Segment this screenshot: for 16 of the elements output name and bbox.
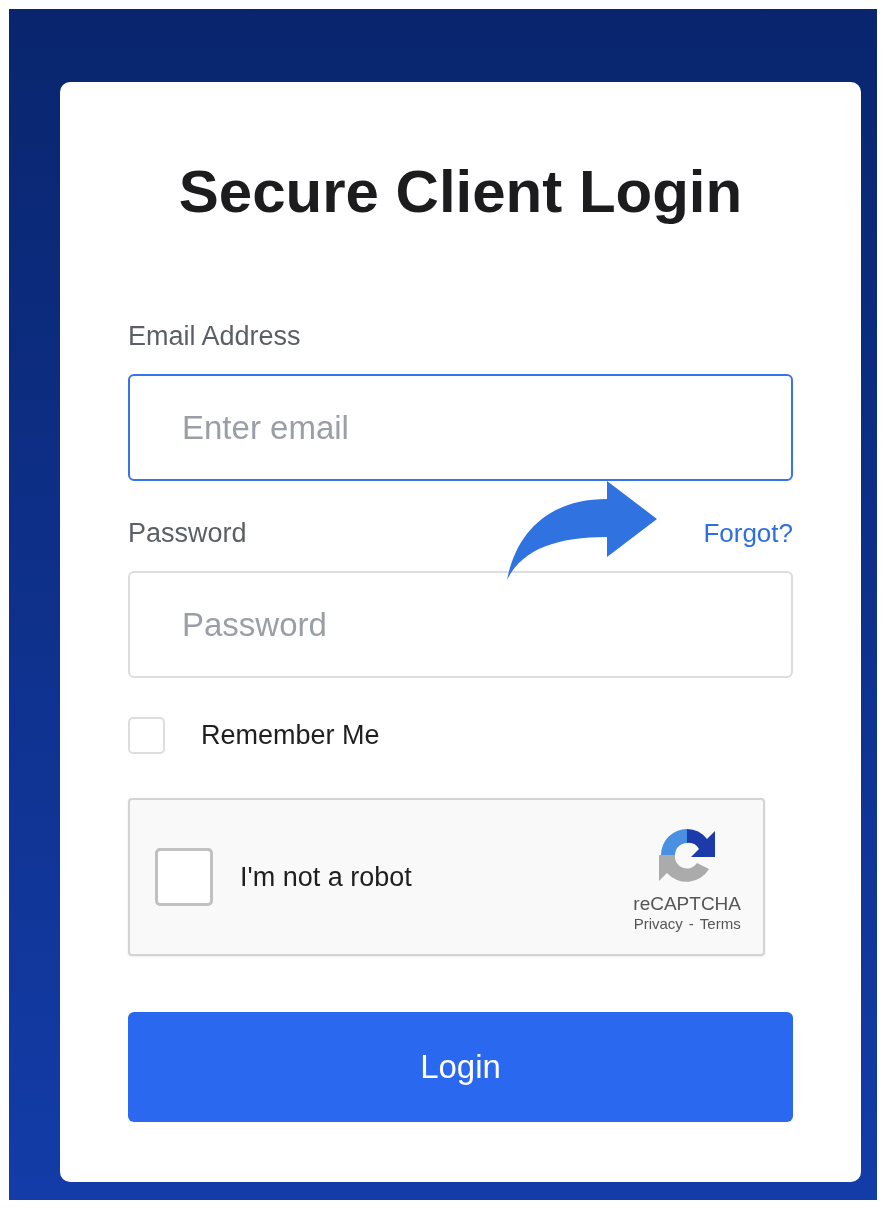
terms-link[interactable]: Terms	[699, 914, 741, 932]
checkbox-label: Remember Me	[201, 720, 380, 751]
field-label: Email Address	[128, 320, 301, 353]
captcha-label: I'm not a robot	[240, 861, 412, 893]
email-field[interactable]: Enter email	[128, 374, 793, 481]
privacy-link[interactable]: Privacy	[633, 914, 683, 932]
forgot-link[interactable]: Forgot?	[703, 517, 793, 549]
login-button[interactable]: Login	[128, 1012, 793, 1122]
curved-arrow-icon	[507, 481, 657, 580]
field-label: Password	[128, 517, 247, 550]
password-field[interactable]: Password	[128, 571, 793, 678]
page-title: Secure Client Login	[177, 157, 744, 227]
captcha-checkbox[interactable]	[155, 848, 213, 906]
remember-checkbox[interactable]	[128, 717, 165, 754]
captcha-brand: reCAPTCHA	[633, 892, 741, 915]
separator-text: -	[688, 914, 694, 932]
